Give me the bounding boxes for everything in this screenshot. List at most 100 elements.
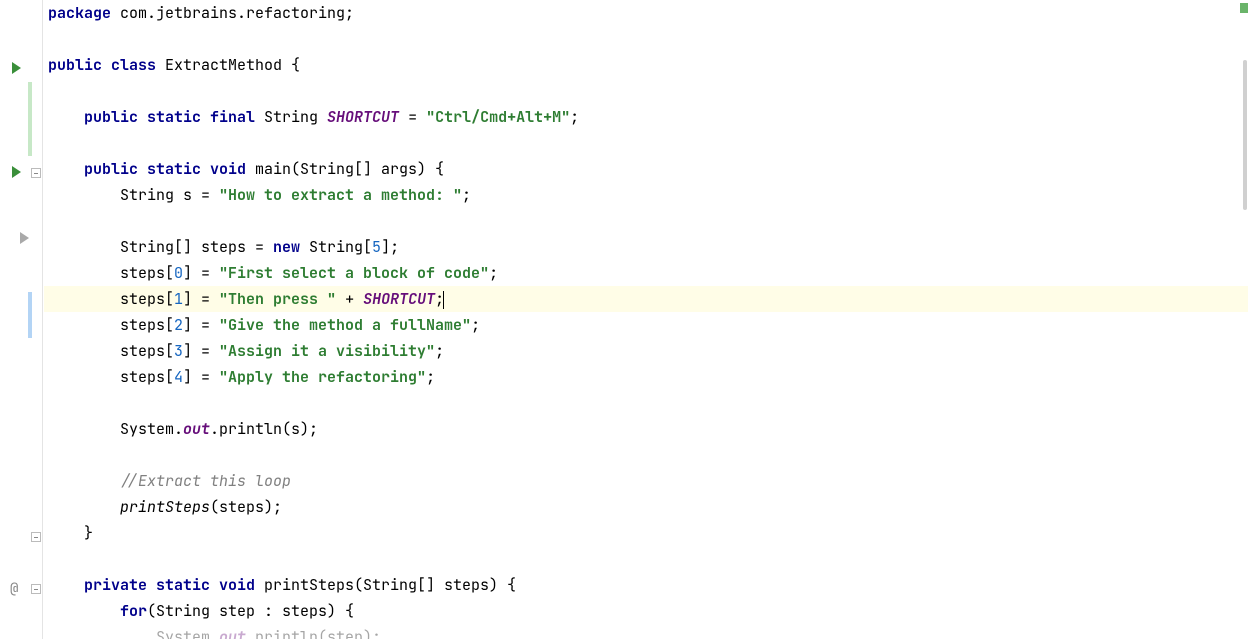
code-line[interactable]: System.out.println(s); [44, 416, 1248, 442]
code-line[interactable]: steps[3] = "Assign it a visibility"; [44, 338, 1248, 364]
t [48, 107, 84, 127]
t: //Extract this loop [48, 471, 291, 491]
t: out [183, 419, 210, 439]
caret [443, 291, 444, 309]
t: 0 [174, 263, 183, 283]
t: ] = [183, 263, 219, 283]
t: steps[ [48, 367, 174, 387]
t [48, 159, 84, 179]
t: "First select a block of code" [219, 263, 489, 283]
t: package [48, 3, 111, 23]
t: 1 [174, 289, 183, 309]
t: ; [570, 107, 579, 127]
code-line[interactable]: public static final String SHORTCUT = "C… [44, 104, 1248, 130]
t: 2 [174, 315, 183, 335]
code-line[interactable] [44, 26, 1248, 52]
code-line[interactable]: private static void printSteps(String[] … [44, 572, 1248, 598]
code-line[interactable]: steps[2] = "Give the method a fullName"; [44, 312, 1248, 338]
code-line[interactable]: public static void main(String[] args) { [44, 156, 1248, 182]
fold-toggle-main[interactable] [31, 168, 41, 178]
code-line[interactable]: String s = "How to extract a method: "; [44, 182, 1248, 208]
vcs-marker-modified[interactable] [28, 292, 32, 338]
code-line[interactable]: steps[4] = "Apply the refactoring"; [44, 364, 1248, 390]
code-line[interactable]: //Extract this loop [44, 468, 1248, 494]
fold-toggle-printsteps[interactable] [31, 584, 41, 594]
t: System. [48, 627, 219, 639]
code-line[interactable]: printSteps(steps); [44, 494, 1248, 520]
t: steps[ [48, 315, 174, 335]
t: { [345, 601, 354, 621]
code-line[interactable]: for(String step : steps) { [44, 598, 1248, 624]
t: ; [462, 185, 471, 205]
t: steps[ [48, 341, 174, 361]
t: { [291, 55, 300, 75]
t: = [399, 107, 426, 127]
t: "Then press " [219, 289, 336, 309]
t: 4 [174, 367, 183, 387]
t: { [507, 575, 516, 595]
t [48, 601, 120, 621]
t: public class [48, 55, 165, 75]
t: } [48, 523, 93, 543]
vcs-marker-added[interactable] [28, 82, 32, 156]
code-line[interactable] [44, 78, 1248, 104]
code-line[interactable]: public class ExtractMethod { [44, 52, 1248, 78]
code-line[interactable]: } [44, 520, 1248, 546]
t: ]; [381, 237, 399, 257]
run-class-icon[interactable] [12, 62, 26, 76]
t: 3 [174, 341, 183, 361]
t: new [273, 237, 309, 257]
t: for [120, 601, 147, 621]
fold-toggle-main-end[interactable] [31, 532, 41, 542]
t [48, 497, 120, 517]
t: ] = [183, 341, 219, 361]
t: ] = [183, 289, 219, 309]
t: public static final [84, 107, 264, 127]
t: .println(step); [246, 627, 381, 639]
gutter-separator [42, 0, 43, 639]
t: ; [489, 263, 498, 283]
code-line[interactable] [44, 390, 1248, 416]
code-line[interactable]: package com.jetbrains.refactoring; [44, 0, 1248, 26]
t: printSteps [120, 497, 210, 517]
t: String[] steps = [48, 237, 273, 257]
scrollbar-thumb[interactable] [1243, 60, 1247, 210]
code-line[interactable] [44, 208, 1248, 234]
t: "Apply the refactoring" [219, 367, 426, 387]
code-line[interactable]: steps[0] = "First select a block of code… [44, 260, 1248, 286]
t: String [264, 107, 327, 127]
t: String[ [309, 237, 372, 257]
t: SHORTCUT [363, 289, 435, 309]
t: "Assign it a visibility" [219, 341, 435, 361]
t: "Ctrl/Cmd+Alt+M" [426, 107, 570, 127]
t: "How to extract a method: " [219, 185, 462, 205]
t: public static void [84, 159, 255, 179]
code-area[interactable]: package com.jetbrains.refactoring; publi… [44, 0, 1248, 639]
code-line[interactable] [44, 130, 1248, 156]
t: (steps); [210, 497, 282, 517]
override-icon[interactable]: @ [10, 580, 18, 598]
code-line[interactable]: System.out.println(step); [44, 624, 1248, 639]
t: (String step : steps) [147, 601, 345, 621]
t: ] = [183, 315, 219, 335]
t: main(String[] args) [255, 159, 435, 179]
t: com.jetbrains.refactoring; [111, 3, 354, 23]
t: .println(s); [210, 419, 318, 439]
t: { [435, 159, 444, 179]
t: ] = [183, 367, 219, 387]
t: SHORTCUT [327, 107, 399, 127]
code-line[interactable]: String[] steps = new String[5]; [44, 234, 1248, 260]
t: printSteps(String[] steps) [264, 575, 507, 595]
t: String s = [48, 185, 219, 205]
t [48, 575, 84, 595]
code-line[interactable] [44, 546, 1248, 572]
scrollbar-marker-ok[interactable] [1240, 3, 1248, 13]
run-line-icon[interactable] [20, 232, 34, 246]
gutter[interactable]: @ [0, 0, 44, 639]
code-line-active[interactable]: steps[1] = "Then press " + SHORTCUT; [44, 286, 1248, 312]
code-line[interactable] [44, 442, 1248, 468]
run-main-icon[interactable] [12, 166, 26, 180]
t: ; [435, 341, 444, 361]
scrollbar[interactable] [1240, 0, 1248, 639]
t: ExtractMethod [165, 55, 291, 75]
